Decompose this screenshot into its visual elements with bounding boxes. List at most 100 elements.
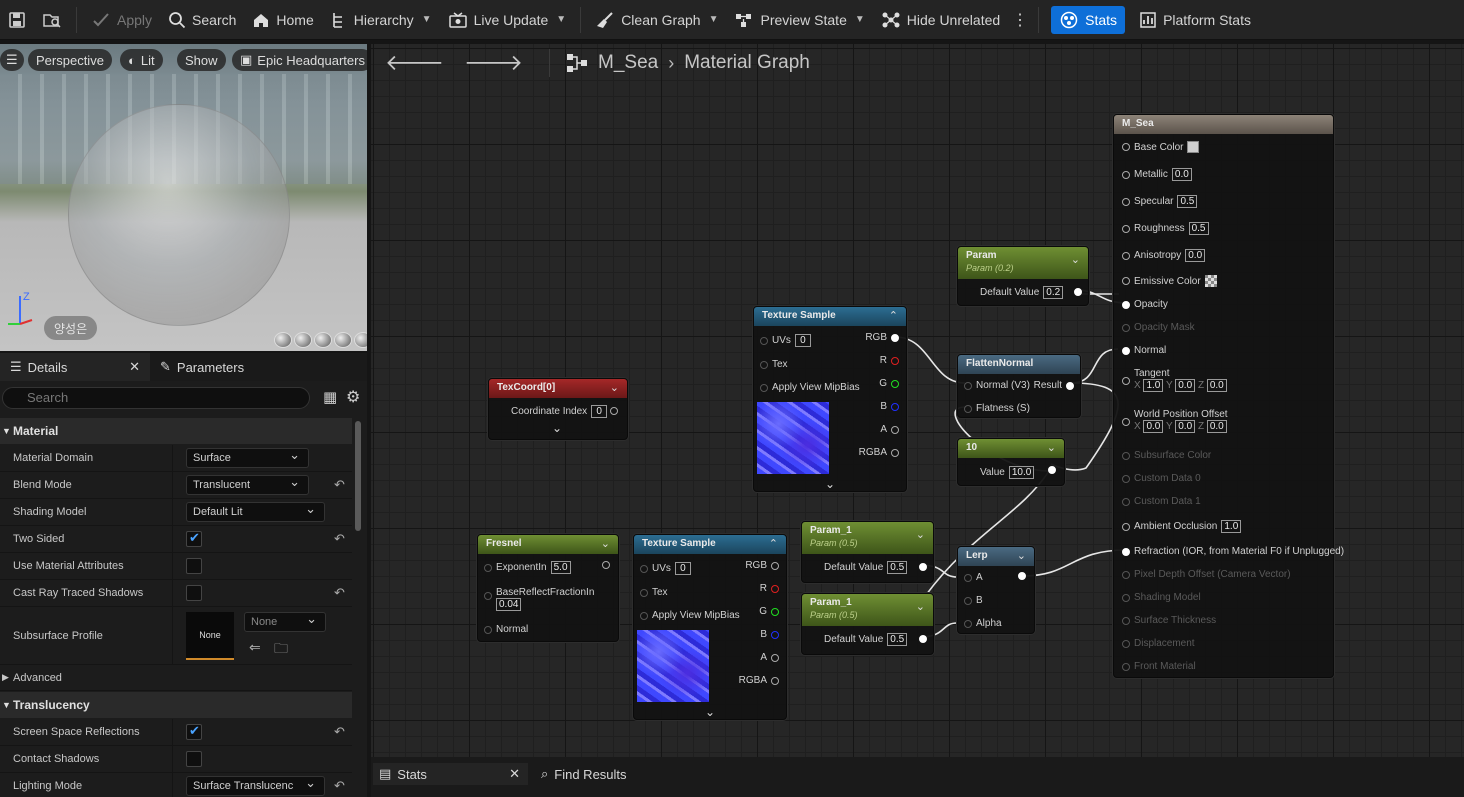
- pin-emissive[interactable]: Emissive Color: [1122, 275, 1217, 287]
- reset-icon[interactable]: ↶: [334, 778, 345, 794]
- pin-rgb-out[interactable]: RGB: [745, 560, 779, 571]
- node-lerp[interactable]: Lerp ⌄ A B Alpha: [957, 546, 1035, 634]
- pin-normal[interactable]: Normal: [1122, 345, 1166, 356]
- node-flatten-normal[interactable]: FlattenNormal Normal (V3) Result Flatnes…: [957, 354, 1081, 418]
- two-sided-checkbox[interactable]: [186, 530, 202, 547]
- pin-base-color[interactable]: Base Color: [1122, 141, 1200, 153]
- chevron-down-icon[interactable]: ⌄: [916, 600, 925, 613]
- subsurface-profile-dropdown[interactable]: None: [244, 610, 326, 632]
- pin-rgba-out[interactable]: RGBA: [859, 447, 899, 458]
- search-button[interactable]: Search: [160, 0, 244, 40]
- pin-displacement[interactable]: Displacement: [1122, 638, 1195, 649]
- blend-mode-dropdown[interactable]: Translucent: [186, 473, 309, 495]
- uvs-value[interactable]: 0: [794, 334, 811, 347]
- use-selected-icon[interactable]: ⇐: [249, 639, 261, 656]
- pin-r-out[interactable]: R: [760, 583, 779, 594]
- metallic-value[interactable]: 0.0: [1171, 168, 1192, 181]
- browse-asset-icon[interactable]: [34, 0, 70, 40]
- specular-value[interactable]: 0.5: [1177, 195, 1198, 208]
- wpo-z-value[interactable]: 0.0: [1206, 420, 1227, 433]
- node-fresnel[interactable]: Fresnel ⌄ ExponentIn 5.0 BaseReflectFracti…: [477, 534, 619, 642]
- use-material-attributes-checkbox[interactable]: [186, 558, 202, 574]
- exponent-value[interactable]: 5.0: [550, 561, 571, 574]
- cylinder-preview-icon[interactable]: [274, 332, 292, 348]
- teapot-preview-icon[interactable]: [354, 332, 367, 348]
- details-scrollbar[interactable]: [355, 421, 361, 531]
- contact-shadows-checkbox[interactable]: [186, 751, 202, 767]
- save-icon[interactable]: [0, 0, 34, 40]
- expand-icon[interactable]: ⌄: [825, 477, 835, 491]
- viewport-menu-button[interactable]: ☰: [0, 49, 24, 71]
- expand-icon[interactable]: ⌄: [705, 705, 715, 719]
- pin-lerp-output[interactable]: [1018, 572, 1026, 580]
- pin-world-position-offset[interactable]: World Position Offset X 0.0 Y 0.0 Z 0.0: [1122, 409, 1228, 433]
- pin-roughness[interactable]: Roughness 0.5: [1122, 222, 1209, 235]
- chevron-down-icon[interactable]: ⌄: [1071, 253, 1080, 266]
- gear-icon[interactable]: ⚙: [346, 387, 360, 407]
- coordinate-index-value[interactable]: 0: [591, 405, 608, 418]
- pin-constant-output[interactable]: [1048, 466, 1056, 474]
- wpo-y-value[interactable]: 0.0: [1175, 420, 1196, 433]
- close-icon[interactable]: ✕: [509, 766, 520, 782]
- cast-ray-traced-shadows-checkbox[interactable]: [186, 585, 202, 601]
- chevron-down-icon[interactable]: ⌄: [916, 528, 925, 541]
- plane-preview-icon[interactable]: [314, 332, 332, 348]
- pin-shading-model[interactable]: Shading Model: [1122, 592, 1201, 603]
- screen-space-reflections-checkbox[interactable]: [186, 723, 202, 740]
- hierarchy-button[interactable]: Hierarchy ▼: [322, 0, 440, 40]
- material-domain-dropdown[interactable]: Surface: [186, 446, 309, 468]
- table-view-icon[interactable]: ▦: [323, 388, 337, 406]
- pin-param-output[interactable]: [1074, 288, 1082, 296]
- pin-flatten-result[interactable]: Result: [1034, 380, 1074, 391]
- show-button[interactable]: Show: [177, 49, 226, 71]
- wpo-x-value[interactable]: 0.0: [1143, 420, 1164, 433]
- more-options-icon[interactable]: ⋮: [1008, 0, 1032, 40]
- pin-rgb-out[interactable]: RGB: [865, 332, 899, 343]
- pin-param1-b-output[interactable]: [919, 635, 927, 643]
- expand-icon[interactable]: ⌄: [552, 421, 562, 435]
- collapse-icon[interactable]: ⌃: [769, 537, 778, 550]
- subsurface-profile-thumbnail[interactable]: None: [186, 612, 234, 660]
- base-reflect-value[interactable]: 0.04: [496, 598, 522, 611]
- param1-b-value[interactable]: 0.5: [887, 633, 908, 646]
- live-update-button[interactable]: Live Update ▼: [440, 0, 575, 40]
- pin-b-out[interactable]: B: [760, 629, 779, 640]
- node-texture-sample-1[interactable]: Texture Sample ⌃ UVs 0 Tex Apply View MipB…: [753, 306, 907, 492]
- pin-opacity-mask[interactable]: Opacity Mask: [1122, 322, 1195, 333]
- tangent-y-value[interactable]: 0.0: [1175, 379, 1196, 392]
- node-param[interactable]: Param Param (0.2) ⌄ Default Value 0.2: [957, 246, 1089, 306]
- hide-unrelated-button[interactable]: Hide Unrelated: [873, 0, 1008, 40]
- pin-front-material[interactable]: Front Material: [1122, 661, 1196, 672]
- pin-texcoord-output[interactable]: [610, 407, 618, 415]
- tangent-z-value[interactable]: 0.0: [1206, 379, 1227, 392]
- param-value[interactable]: 0.2: [1043, 286, 1064, 299]
- emissive-swatch[interactable]: [1204, 275, 1217, 287]
- pin-fresnel-output[interactable]: [602, 561, 610, 569]
- pin-subsurface-color[interactable]: Subsurface Color: [1122, 450, 1211, 461]
- collapse-icon[interactable]: ⌃: [889, 309, 898, 322]
- base-color-swatch[interactable]: [1187, 141, 1200, 153]
- category-translucency[interactable]: ▼ Translucency: [0, 692, 352, 718]
- pin-anisotropy[interactable]: Anisotropy 0.0: [1122, 249, 1206, 262]
- preview-viewport[interactable]: ☰ Perspective ◐ Lit Show ▣ Epic Headquarte…: [0, 44, 367, 351]
- tab-stats[interactable]: ▤ Stats ✕: [373, 763, 528, 785]
- chevron-down-icon[interactable]: ⌄: [610, 381, 619, 394]
- pin-r-out[interactable]: R: [880, 355, 899, 366]
- pin-surface-thickness[interactable]: Surface Thickness: [1122, 615, 1216, 626]
- environment-button[interactable]: ▣ Epic Headquarters: [232, 49, 367, 71]
- preview-state-button[interactable]: Preview State ▼: [726, 0, 872, 40]
- platform-stats-button[interactable]: Platform Stats: [1131, 0, 1259, 40]
- constant-value[interactable]: 10.0: [1008, 466, 1035, 479]
- node-param1-b[interactable]: Param_1 Param (0.5) ⌄ Default Value 0.5: [801, 593, 934, 655]
- roughness-value[interactable]: 0.5: [1188, 222, 1209, 235]
- node-param1-a[interactable]: Param_1 Param (0.5) ⌄ Default Value 0.5: [801, 521, 934, 583]
- shading-model-dropdown[interactable]: Default Lit: [186, 500, 325, 522]
- pin-rgba-out[interactable]: RGBA: [739, 675, 779, 686]
- pin-a-out[interactable]: A: [760, 652, 779, 663]
- anisotropy-value[interactable]: 0.0: [1185, 249, 1206, 262]
- node-material-result[interactable]: M_Sea Base Color Metallic 0.0 Specular 0.5…: [1113, 114, 1344, 678]
- ao-value[interactable]: 1.0: [1221, 520, 1242, 533]
- pin-ambient-occlusion[interactable]: Ambient Occlusion 1.0: [1122, 520, 1242, 533]
- pin-a-out[interactable]: A: [880, 424, 899, 435]
- tab-parameters[interactable]: ✎ Parameters: [150, 353, 254, 381]
